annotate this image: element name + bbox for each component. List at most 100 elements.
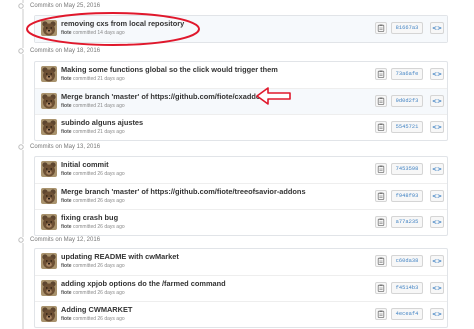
commit-sha-button[interactable]: 9d0d2f3	[391, 95, 423, 107]
clipboard-icon	[377, 70, 385, 78]
commit-author[interactable]: fiote	[61, 30, 72, 36]
commit-sha-button[interactable]: 4eceaf4	[391, 308, 423, 320]
commit-message-link[interactable]: Merge branch 'master' of https://github.…	[61, 187, 306, 196]
commit-sha-button[interactable]: 5545721	[391, 121, 423, 133]
commit-group: Making some functions global so the clic…	[34, 61, 448, 141]
commit-group-header: Commits on May 12, 2016	[18, 235, 100, 245]
commit-meta: fiote committed 21 days ago	[61, 76, 125, 82]
copy-sha-button[interactable]	[375, 95, 387, 107]
commit-group: removing cxs from local repository fiote…	[34, 15, 448, 43]
commit-group-date: Commits on May 25, 2016	[30, 3, 101, 9]
browse-repo-button[interactable]: <>	[430, 121, 444, 133]
browse-repo-button[interactable]: <>	[430, 163, 444, 175]
commit-time: committed 26 days ago	[72, 263, 125, 269]
avatar[interactable]	[41, 253, 57, 269]
commit-meta: fiote committed 14 days ago	[61, 30, 125, 36]
browse-repo-button[interactable]: <>	[430, 282, 444, 294]
commit-author[interactable]: fiote	[61, 224, 72, 230]
commit-message-link[interactable]: subindo alguns ajustes	[61, 118, 143, 127]
commit-sha-button[interactable]: f4514b3	[391, 282, 423, 294]
copy-sha-button[interactable]	[375, 68, 387, 80]
avatar[interactable]	[41, 280, 57, 296]
clipboard-icon	[377, 218, 385, 226]
avatar[interactable]	[41, 214, 57, 230]
browse-repo-button[interactable]: <>	[430, 308, 444, 320]
clipboard-icon	[377, 310, 385, 318]
commit-row: subindo alguns ajustes fiote committed 2…	[35, 114, 447, 140]
browse-repo-button[interactable]: <>	[430, 216, 444, 228]
commit-author[interactable]: fiote	[61, 129, 72, 135]
commit-group-date: Commits on May 18, 2016	[30, 48, 101, 54]
commit-time: committed 21 days ago	[72, 103, 125, 109]
commit-message-link[interactable]: adding xpjob options do the /farmed comm…	[61, 279, 226, 288]
copy-sha-button[interactable]	[375, 216, 387, 228]
commit-group-header: Commits on May 13, 2016	[18, 142, 100, 152]
commit-author[interactable]: fiote	[61, 171, 72, 177]
copy-sha-button[interactable]	[375, 163, 387, 175]
commit-time: committed 26 days ago	[72, 198, 125, 204]
commit-message-link[interactable]: updating README with cwMarket	[61, 252, 179, 261]
commit-author[interactable]: fiote	[61, 103, 72, 109]
commit-time: committed 14 days ago	[72, 30, 125, 36]
commit-message-link[interactable]: fixing crash bug	[61, 213, 118, 222]
clipboard-icon	[377, 257, 385, 265]
commit-dot-icon	[18, 237, 24, 243]
copy-sha-button[interactable]	[375, 121, 387, 133]
avatar[interactable]	[41, 306, 57, 322]
commit-time: committed 21 days ago	[72, 129, 125, 135]
commit-row: Merge branch 'master' of https://github.…	[35, 183, 447, 209]
commit-meta: fiote committed 21 days ago	[61, 103, 125, 109]
copy-sha-button[interactable]	[375, 190, 387, 202]
clipboard-icon	[377, 123, 385, 131]
avatar[interactable]	[41, 161, 57, 177]
avatar[interactable]	[41, 20, 57, 36]
commit-sha-button[interactable]: 81667a3	[391, 22, 423, 34]
commit-meta: fiote committed 26 days ago	[61, 263, 125, 269]
commit-sha-button[interactable]: c60da38	[391, 255, 423, 267]
clipboard-icon	[377, 192, 385, 200]
copy-sha-button[interactable]	[375, 308, 387, 320]
commit-sha-button[interactable]: 73a6afe	[391, 68, 423, 80]
copy-sha-button[interactable]	[375, 282, 387, 294]
browse-repo-button[interactable]: <>	[430, 190, 444, 202]
commit-meta: fiote committed 26 days ago	[61, 224, 125, 230]
commit-sha-button[interactable]: 7453598	[391, 163, 423, 175]
commit-group-date: Commits on May 12, 2016	[30, 237, 101, 243]
copy-sha-button[interactable]	[375, 255, 387, 267]
commit-message-link[interactable]: Making some functions global so the clic…	[61, 65, 278, 74]
browse-repo-button[interactable]: <>	[430, 22, 444, 34]
commit-message-link[interactable]: removing cxs from local repository	[61, 19, 184, 28]
commit-group-header: Commits on May 18, 2016	[18, 46, 100, 56]
commit-row: adding xpjob options do the /farmed comm…	[35, 275, 447, 301]
commit-message-link[interactable]: Merge branch 'master' of https://github.…	[61, 92, 269, 101]
commit-message-link[interactable]: Initial commit	[61, 160, 109, 169]
commit-author[interactable]: fiote	[61, 76, 72, 82]
commit-time: committed 26 days ago	[72, 316, 125, 322]
commit-dot-icon	[18, 144, 24, 150]
commit-row: updating README with cwMarket fiote comm…	[35, 249, 447, 275]
commit-sha-button[interactable]: a77a235	[391, 216, 423, 228]
commit-row: Initial commit fiote committed 26 days a…	[35, 157, 447, 183]
commit-meta: fiote committed 26 days ago	[61, 198, 125, 204]
commit-dot-icon	[18, 3, 24, 9]
commit-time: committed 21 days ago	[72, 76, 125, 82]
commit-author[interactable]: fiote	[61, 198, 72, 204]
avatar[interactable]	[41, 119, 57, 135]
commit-time: committed 26 days ago	[72, 224, 125, 230]
browse-repo-button[interactable]: <>	[430, 68, 444, 80]
avatar[interactable]	[41, 93, 57, 109]
commit-author[interactable]: fiote	[61, 290, 72, 296]
browse-repo-button[interactable]: <>	[430, 255, 444, 267]
browse-repo-button[interactable]: <>	[430, 95, 444, 107]
commit-message-link[interactable]: Adding CWMARKET	[61, 305, 132, 314]
copy-sha-button[interactable]	[375, 22, 387, 34]
commit-row: Adding CWMARKET fiote committed 26 days …	[35, 301, 447, 327]
avatar[interactable]	[41, 188, 57, 204]
commit-author[interactable]: fiote	[61, 263, 72, 269]
avatar[interactable]	[41, 66, 57, 82]
commit-row: Making some functions global so the clic…	[35, 62, 447, 88]
commit-group: updating README with cwMarket fiote comm…	[34, 248, 448, 328]
commit-time: committed 26 days ago	[72, 171, 125, 177]
commit-author[interactable]: fiote	[61, 316, 72, 322]
commit-sha-button[interactable]: f948f93	[391, 190, 423, 202]
